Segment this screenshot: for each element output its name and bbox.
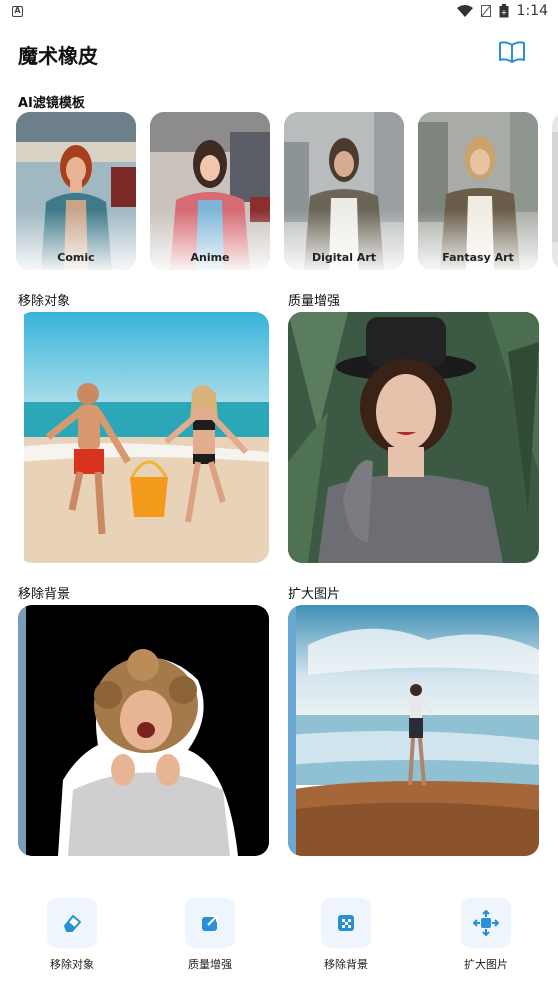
sim-icon	[480, 5, 491, 17]
beach-kids-image	[18, 312, 269, 563]
nav-icon-box	[185, 898, 235, 948]
filter-card-fantasy-art[interactable]: Fantasy Art	[418, 112, 538, 270]
nav-icon-box	[47, 898, 97, 948]
wifi-icon	[456, 5, 473, 17]
clock: 1:14	[516, 3, 548, 19]
nav-label: 扩大图片	[464, 958, 508, 971]
partial-thumbnail	[552, 112, 558, 270]
nav-label: 移除背景	[324, 958, 368, 971]
filter-card-partial[interactable]	[552, 112, 558, 270]
bottom-nav: 移除对象 质量增强 移除背景 扩大图片	[0, 880, 558, 992]
nav-remove-object[interactable]: 移除对象	[32, 898, 112, 972]
notification-icon: A	[12, 6, 23, 17]
filter-label: Comic	[57, 251, 95, 264]
remove-background-card[interactable]	[18, 605, 269, 856]
filter-card-digital-art[interactable]: Digital Art	[284, 112, 404, 270]
page-title: 魔术橡皮	[18, 44, 98, 68]
enhance-quality-card[interactable]	[288, 312, 539, 563]
remove-object-label: 移除对象	[18, 294, 71, 309]
nav-label: 质量增强	[188, 958, 232, 971]
seaside-man-image	[288, 605, 539, 856]
nav-enhance-quality[interactable]: 质量增强	[170, 898, 250, 972]
nav-icon-box	[321, 898, 371, 948]
nav-remove-background[interactable]: 移除背景	[306, 898, 386, 972]
eraser-icon	[64, 915, 81, 932]
enhance-icon	[202, 915, 218, 931]
remove-object-card[interactable]	[18, 312, 269, 563]
nav-expand-image[interactable]: 扩大图片	[446, 898, 526, 972]
ai-filters-row: Comic Anime Digital Art Fantasy Art	[16, 112, 558, 272]
filter-label: Digital Art	[311, 251, 377, 264]
expand-image-card[interactable]	[288, 605, 539, 856]
nav-label: 移除对象	[50, 958, 94, 971]
ai-filters-title: AI滤镜模板	[18, 96, 85, 111]
expand-image-label: 扩大图片	[288, 587, 341, 602]
expand-icon	[473, 910, 499, 936]
filter-label: Fantasy Art	[442, 251, 514, 264]
battery-icon: +	[499, 4, 509, 18]
woman-hat-image	[288, 312, 539, 563]
status-icons: + 1:14	[456, 3, 548, 19]
filter-card-anime[interactable]: Anime	[150, 112, 270, 270]
svg-text:+: +	[500, 8, 507, 17]
filter-card-comic[interactable]: Comic	[16, 112, 136, 270]
nav-icon-box	[461, 898, 511, 948]
filter-label: Anime	[190, 251, 230, 264]
checker-icon	[338, 915, 354, 931]
remove-background-label: 移除背景	[18, 587, 71, 602]
enhance-quality-label: 质量增强	[288, 294, 341, 309]
curly-hair-image	[18, 605, 269, 856]
book-icon[interactable]	[498, 40, 526, 64]
status-bar: A + 1:14	[0, 0, 558, 26]
